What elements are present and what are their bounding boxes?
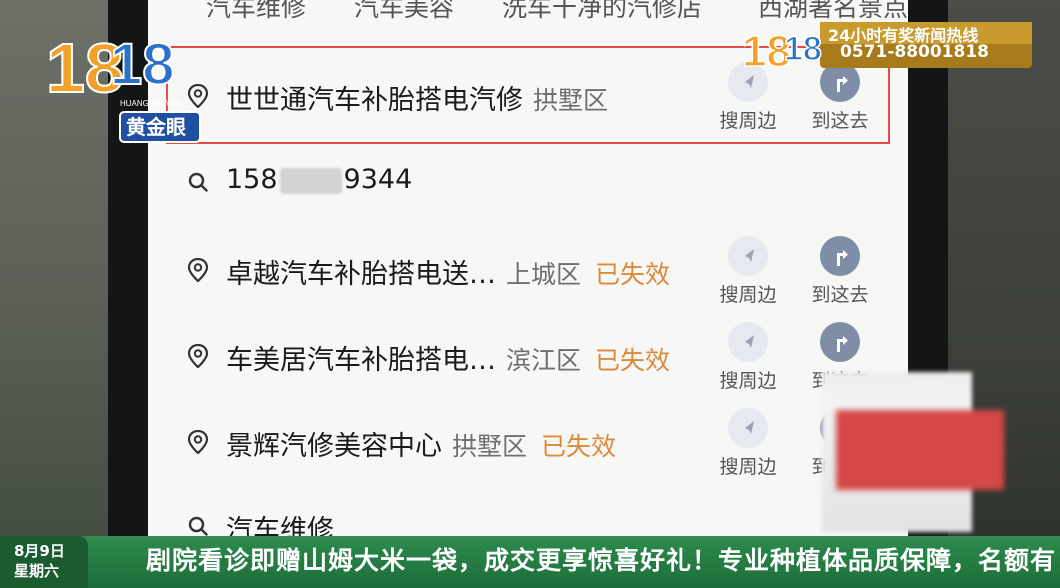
ticker-text: 剧院看诊即赠山姆大米一袋，成交更享惊喜好礼！专业种植体品质保障，名额有 [146,546,1057,575]
place-name: 景辉汽修美容中心 [226,431,442,462]
logo-number: 18 18 [45,28,176,108]
route-arrow-icon [820,236,860,276]
expired-badge: 已失效 [595,260,671,289]
place-district: 上城区 [506,260,582,289]
ticker-date: 8月9日 [14,542,65,560]
search-icon [188,516,208,536]
navigate-label: 到这去 [811,284,869,306]
place-name: 车美居汽车补胎搭电… [226,345,496,376]
list-item[interactable]: 景辉汽修美容中心拱墅区已失效 搜周边 到这去 [148,398,908,484]
phone-suffix: 9344 [343,164,413,195]
place-title: 车美居汽车补胎搭电… 滨江区 已失效 [226,338,670,377]
phone-prefix: 158 [226,164,278,195]
tab-car-repair[interactable]: 汽车维修 [206,0,306,22]
tab-car-beauty[interactable]: 汽车美容 [354,0,454,22]
search-nearby-label: 搜周边 [719,456,777,478]
compass-icon [728,322,768,362]
location-pin-icon [188,258,208,282]
mosaic-red-overlay [836,410,1004,490]
place-title: 景辉汽修美容中心 拱墅区 已失效 [226,424,616,463]
search-icon [188,172,208,192]
search-query: 158 9344 [226,164,412,195]
search-nearby-label: 搜周边 [719,284,777,306]
search-nearby-button[interactable]: 搜周边 [708,398,788,484]
route-arrow-icon [820,322,860,362]
location-pin-icon [188,344,208,368]
list-item[interactable]: 卓越汽车补胎搭电送… 上城区 已失效 搜周边 到这去 [148,226,908,312]
location-pin-icon [188,430,208,454]
svg-text:18: 18 [784,30,822,68]
logo-pinyin: HUANG JIN YAN [120,99,181,108]
place-district: 滨江区 [506,346,582,375]
place-title: 卓越汽车补胎搭电送… 上城区 已失效 [226,252,670,291]
search-nearby-label: 搜周边 [719,370,777,392]
channel-logo: 18 18 HUANG JIN YAN 黄金眼 [45,28,201,143]
expired-badge: 已失效 [595,346,671,375]
ticker-weekday: 星期六 [14,562,60,580]
search-history-item[interactable]: 158 9344 [148,140,908,226]
navigate-button[interactable]: 到这去 [800,226,880,312]
tab-clean-repair-shop[interactable]: 洗车干净的汽修店 [502,0,702,22]
compass-icon [728,236,768,276]
place-name: 卓越汽车补胎搭电送… [226,259,496,290]
list-item[interactable]: 车美居汽车补胎搭电…滨江区已失效 搜周边 到这去 [148,312,908,398]
hotline-number: 0571-88001818 [840,42,989,62]
svg-text:18: 18 [110,32,175,97]
redacted-digits [279,167,342,194]
logo-caption: 黄金眼 [126,115,186,139]
search-nearby-button[interactable]: 搜周边 [708,312,788,398]
search-nearby-button[interactable]: 搜周边 [708,226,788,312]
compass-icon [728,408,768,448]
expired-badge: 已失效 [541,432,617,461]
place-district: 拱墅区 [452,432,528,461]
